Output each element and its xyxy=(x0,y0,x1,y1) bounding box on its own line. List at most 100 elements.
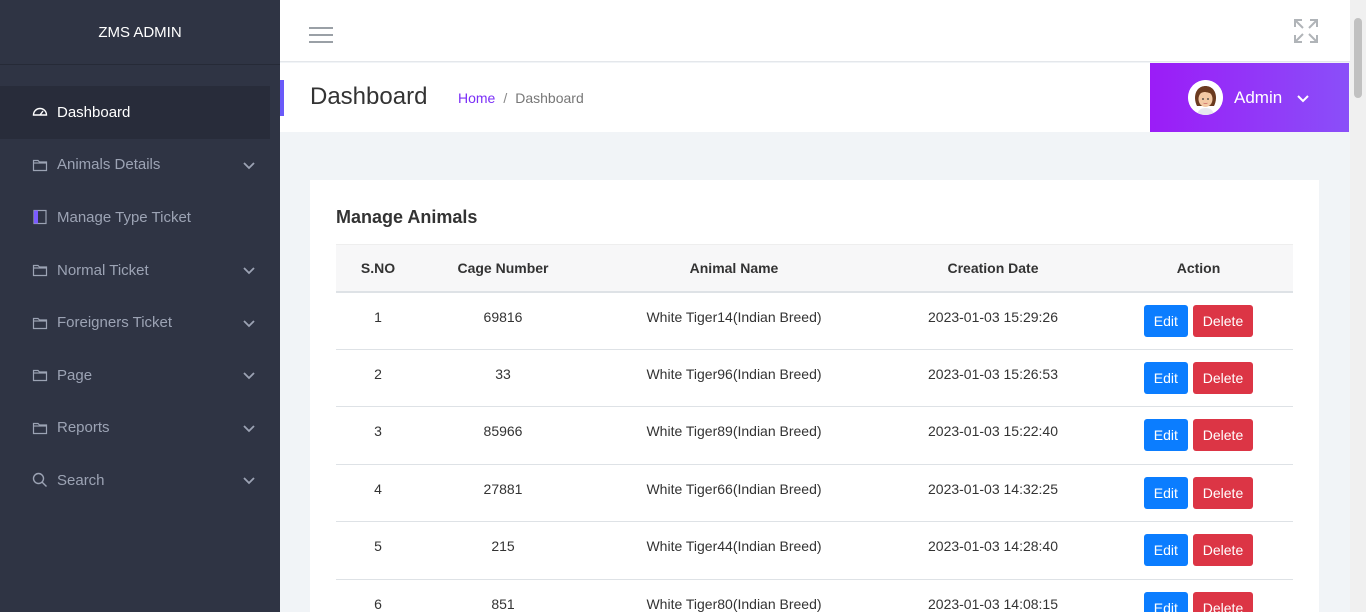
breadcrumb-home-link[interactable]: Home xyxy=(458,90,495,106)
sidebar-item-label: Manage Type Ticket xyxy=(57,208,191,226)
sidebar: ZMS ADMIN Dashboard Animals Details Manage… xyxy=(0,0,280,612)
edit-button[interactable]: Edit xyxy=(1143,476,1188,509)
topbar xyxy=(280,0,1350,62)
sidebar-item-label: Animals Details xyxy=(57,156,161,174)
delete-button[interactable]: Delete xyxy=(1192,476,1254,509)
cell-sno: 5 xyxy=(336,521,420,580)
card-title: Manage Animals xyxy=(336,207,478,227)
cell-cage-number: 215 xyxy=(420,521,586,580)
delete-button[interactable]: Delete xyxy=(1192,591,1254,612)
cell-creation-date: 2023-01-03 14:08:15 xyxy=(882,579,1104,612)
column-header-animal-name: Animal Name xyxy=(586,244,882,293)
cell-action: Edit Delete xyxy=(1104,521,1293,580)
table-row: 2 33 White Tiger96(Indian Breed) 2023-01-03… xyxy=(336,349,1293,408)
cell-action: Edit Delete xyxy=(1104,406,1293,465)
avatar xyxy=(1188,80,1223,115)
sidebar-item-manage-type-ticket[interactable]: Manage Type Ticket xyxy=(0,191,280,244)
folder-icon xyxy=(32,367,48,383)
cell-animal-name: White Tiger44(Indian Breed) xyxy=(586,521,882,580)
chevron-down-icon xyxy=(242,263,256,277)
header-accent-bar xyxy=(280,80,284,116)
edit-button[interactable]: Edit xyxy=(1143,361,1188,394)
edit-button[interactable]: Edit xyxy=(1143,591,1188,612)
table-row: 3 85966 White Tiger89(Indian Breed) 2023-01… xyxy=(336,406,1293,465)
breadcrumb: Home / Dashboard xyxy=(458,90,584,106)
delete-button[interactable]: Delete xyxy=(1192,419,1254,452)
table-row: 5 215 White Tiger44(Indian Breed) 2023-01-0… xyxy=(336,521,1293,580)
cell-creation-date: 2023-01-03 15:22:40 xyxy=(882,406,1104,465)
scrollbar-thumb[interactable] xyxy=(1354,18,1362,98)
cell-animal-name: White Tiger89(Indian Breed) xyxy=(586,406,882,465)
cell-cage-number: 33 xyxy=(420,349,586,408)
manage-animals-card: Manage Animals S.NO Cage Number Animal N… xyxy=(310,180,1319,612)
cell-sno: 4 xyxy=(336,464,420,523)
sidebar-item-label: Foreigners Ticket xyxy=(57,314,173,332)
folder-icon xyxy=(32,157,48,173)
search-icon xyxy=(32,472,48,488)
fullscreen-icon[interactable] xyxy=(1293,18,1319,44)
sidebar-item-label: Search xyxy=(57,471,105,489)
sidebar-item-label: Normal Ticket xyxy=(57,261,149,279)
breadcrumb-separator: / xyxy=(503,90,508,106)
chevron-down-icon xyxy=(1297,94,1309,102)
cell-cage-number: 851 xyxy=(420,579,586,612)
table-row: 1 69816 White Tiger14(Indian Breed) 2023-01… xyxy=(336,291,1293,350)
delete-button[interactable]: Delete xyxy=(1192,304,1254,337)
sidebar-item-label: Page xyxy=(57,366,93,384)
sidebar-item-label: Reports xyxy=(57,419,110,437)
cell-action: Edit Delete xyxy=(1104,464,1293,523)
cell-cage-number: 85966 xyxy=(420,406,586,465)
chevron-down-icon xyxy=(242,158,256,172)
chevron-down-icon xyxy=(242,316,256,330)
chevron-down-icon xyxy=(242,421,256,435)
edit-button[interactable]: Edit xyxy=(1143,304,1188,337)
book-icon xyxy=(32,209,48,225)
folder-icon xyxy=(32,262,48,278)
table-row: 4 27881 White Tiger66(Indian Breed) 2023-01… xyxy=(336,464,1293,523)
sidebar-item-foreigners-ticket[interactable]: Foreigners Ticket xyxy=(0,296,280,349)
cell-action: Edit Delete xyxy=(1104,349,1293,408)
sidebar-item-normal-ticket[interactable]: Normal Ticket xyxy=(0,244,280,297)
column-header-cage-number: Cage Number xyxy=(420,244,586,293)
brand-title: ZMS ADMIN xyxy=(0,0,280,65)
cell-cage-number: 69816 xyxy=(420,291,586,350)
delete-button[interactable]: Delete xyxy=(1192,534,1254,567)
column-header-creation-date: Creation Date xyxy=(882,244,1104,293)
cell-creation-date: 2023-01-03 15:29:26 xyxy=(882,291,1104,350)
animals-table: S.NO Cage Number Animal Name Creation Da… xyxy=(336,244,1293,612)
cell-sno: 2 xyxy=(336,349,420,408)
column-header-sno: S.NO xyxy=(336,244,420,293)
breadcrumb-current: Dashboard xyxy=(515,90,584,106)
dashboard-gauge-icon xyxy=(32,104,48,120)
cell-animal-name: White Tiger14(Indian Breed) xyxy=(586,291,882,350)
page-header: Dashboard Home / Dashboard xyxy=(280,63,1150,132)
sidebar-item-label: Dashboard xyxy=(57,103,131,121)
cell-action: Edit Delete xyxy=(1104,579,1293,612)
cell-animal-name: White Tiger96(Indian Breed) xyxy=(586,349,882,408)
table-row: 6 851 White Tiger80(Indian Breed) 2023-01-0… xyxy=(336,579,1293,612)
page-title: Dashboard xyxy=(310,83,428,110)
cell-sno: 3 xyxy=(336,406,420,465)
cell-animal-name: White Tiger80(Indian Breed) xyxy=(586,579,882,612)
column-header-action: Action xyxy=(1104,244,1293,293)
user-menu[interactable]: Admin xyxy=(1150,63,1349,132)
edit-button[interactable]: Edit xyxy=(1143,419,1188,452)
cell-action: Edit Delete xyxy=(1104,291,1293,350)
chevron-down-icon xyxy=(242,368,256,382)
page-scrollbar[interactable] xyxy=(1350,0,1366,612)
sidebar-item-page[interactable]: Page xyxy=(0,349,280,402)
menu-toggle-icon[interactable] xyxy=(309,27,333,45)
sidebar-item-animals-details[interactable]: Animals Details xyxy=(0,139,280,192)
table-header-row: S.NO Cage Number Animal Name Creation Da… xyxy=(336,244,1293,293)
cell-sno: 1 xyxy=(336,291,420,350)
edit-button[interactable]: Edit xyxy=(1143,534,1188,567)
delete-button[interactable]: Delete xyxy=(1192,361,1254,394)
folder-icon xyxy=(32,315,48,331)
sidebar-item-search[interactable]: Search xyxy=(0,454,280,507)
cell-cage-number: 27881 xyxy=(420,464,586,523)
sidebar-item-reports[interactable]: Reports xyxy=(0,402,280,455)
sidebar-item-dashboard[interactable]: Dashboard xyxy=(0,86,270,139)
cell-creation-date: 2023-01-03 14:32:25 xyxy=(882,464,1104,523)
chevron-down-icon xyxy=(242,473,256,487)
cell-animal-name: White Tiger66(Indian Breed) xyxy=(586,464,882,523)
